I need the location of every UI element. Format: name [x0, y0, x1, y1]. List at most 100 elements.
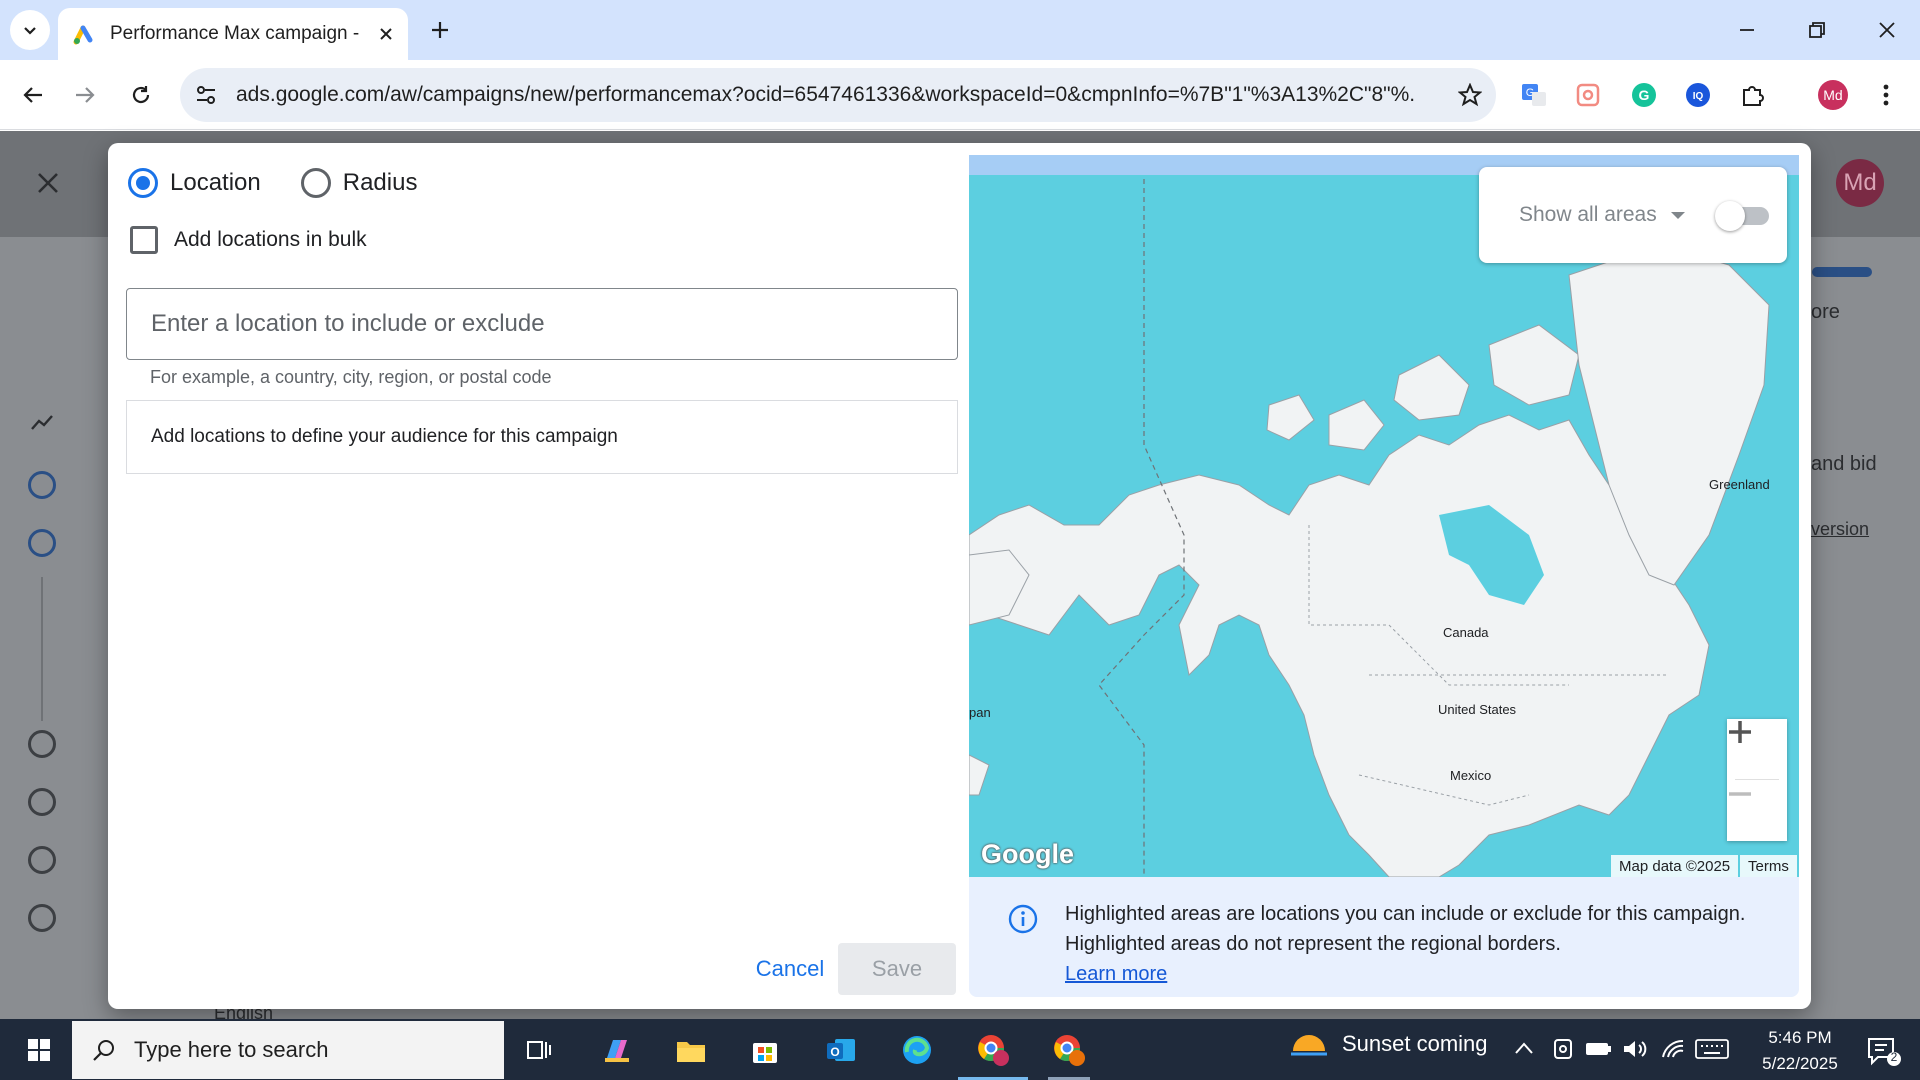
ai-extension-icon[interactable]: IQ: [1680, 77, 1716, 113]
wifi-icon[interactable]: [1660, 1037, 1686, 1061]
dropdown-caret-icon[interactable]: [1670, 211, 1685, 219]
profile-initials: Md: [1818, 80, 1848, 110]
taskbar-search[interactable]: Type here to search: [72, 1021, 504, 1079]
microsoft-store-icon[interactable]: [740, 1025, 790, 1075]
plus-icon: [1729, 721, 1751, 743]
notification-center-button[interactable]: 2: [1866, 1035, 1902, 1072]
arrow-left-icon: [23, 87, 42, 103]
close-icon: [1879, 22, 1895, 38]
map-data-attribution: Map data ©2025: [1611, 855, 1739, 877]
weather-text: Sunset coming: [1342, 1031, 1488, 1056]
browser-tab[interactable]: Performance Max campaign - P: [58, 8, 408, 60]
tab-title: Performance Max campaign - P: [110, 23, 360, 44]
chrome-profile-icon[interactable]: [968, 1025, 1018, 1075]
screenshot-extension-icon[interactable]: [1570, 77, 1606, 113]
chrome-profile-icon-2[interactable]: [1044, 1025, 1094, 1075]
empty-locations-message: Add locations to define your audience fo…: [151, 426, 618, 447]
step-icon: [28, 788, 56, 816]
notification-count: 2: [1890, 1050, 1898, 1064]
new-tab-button[interactable]: [420, 10, 460, 50]
sunset-icon: [1291, 1035, 1327, 1056]
chevron-down-icon: [24, 27, 36, 35]
camera-icon[interactable]: [1552, 1037, 1574, 1061]
google-ads-icon: [73, 25, 93, 45]
zoom-divider: [1735, 779, 1779, 780]
file-explorer-icon[interactable]: [666, 1025, 716, 1075]
task-view-icon[interactable]: [514, 1025, 564, 1075]
step-icon: [28, 730, 56, 758]
battery-icon[interactable]: [1584, 1039, 1612, 1059]
volume-icon[interactable]: [1622, 1037, 1648, 1061]
location-search-input[interactable]: [126, 288, 958, 360]
show-all-areas-label[interactable]: Show all areas: [1519, 203, 1657, 227]
map-terms-text[interactable]: Terms: [1748, 858, 1789, 875]
minimize-button[interactable]: [1712, 0, 1782, 60]
arrow-right-icon: [76, 87, 95, 103]
zoom-out-button[interactable]: [1727, 781, 1787, 841]
profile-avatar[interactable]: Md: [1815, 77, 1851, 113]
clock-time: 5:46 PM: [1768, 1028, 1832, 1047]
map-info-banner: Highlighted areas are locations you can …: [969, 877, 1799, 997]
background-stepper: [0, 237, 84, 1019]
windows-taskbar: Type here to search O Sunset coming 5:46…: [0, 1019, 1920, 1080]
bulk-locations-label[interactable]: Add locations in bulk: [174, 228, 367, 252]
step-icon: [28, 846, 56, 874]
grammarly-extension-icon[interactable]: G: [1626, 77, 1662, 113]
save-button[interactable]: Save: [838, 943, 956, 995]
radius-radio-label[interactable]: Radius: [343, 169, 418, 197]
taskbar-search-placeholder: Type here to search: [134, 1037, 329, 1062]
map-terms-link[interactable]: Terms: [1740, 855, 1797, 877]
browser-toolbar: ads.google.com/aw/campaigns/new/performa…: [0, 60, 1920, 130]
background-avatar: Md: [1836, 159, 1884, 207]
bulk-locations-checkbox[interactable]: [130, 226, 158, 254]
cancel-button[interactable]: Cancel: [730, 943, 850, 995]
site-info-icon[interactable]: [194, 83, 218, 107]
extensions-puzzle-icon[interactable]: [1734, 77, 1770, 113]
search-icon: [93, 1040, 114, 1061]
copilot-icon[interactable]: [592, 1025, 642, 1075]
close-tab-icon[interactable]: [378, 26, 394, 42]
forward-button[interactable]: [64, 74, 106, 116]
show-all-areas-control: Show all areas: [1479, 167, 1787, 263]
taskbar-clock[interactable]: 5:46 PM 5/22/2025: [1740, 1025, 1860, 1077]
address-bar[interactable]: ads.google.com/aw/campaigns/new/performa…: [180, 68, 1496, 122]
browser-menu-button[interactable]: [1868, 77, 1904, 113]
url-text: ads.google.com/aw/campaigns/new/performa…: [236, 83, 1416, 106]
location-map[interactable]: Greenland Canada United States Mexico pa…: [969, 155, 1799, 877]
bookmark-star-icon[interactable]: [1458, 83, 1482, 107]
reload-button[interactable]: [120, 74, 162, 116]
chevron-up-icon[interactable]: [1514, 1041, 1534, 1055]
map-info-text: Highlighted areas are locations you can …: [1065, 903, 1746, 955]
map-data-text: Map data ©2025: [1619, 857, 1731, 875]
bulk-locations-row: Add locations in bulk: [130, 226, 367, 254]
outlook-icon[interactable]: O: [816, 1025, 866, 1075]
back-button[interactable]: [12, 74, 54, 116]
restore-button[interactable]: [1782, 0, 1852, 60]
radius-radio[interactable]: [300, 168, 331, 198]
edge-browser-icon[interactable]: [892, 1025, 942, 1075]
location-radio-label[interactable]: Location: [170, 169, 261, 197]
translate-extension-icon[interactable]: G: [1516, 77, 1552, 113]
map-label-canada: Canada: [1443, 625, 1489, 640]
show-all-areas-toggle[interactable]: [1715, 201, 1769, 231]
start-button[interactable]: [10, 1019, 68, 1080]
map-label-united-states: United States: [1438, 702, 1517, 717]
reload-icon: [132, 86, 150, 104]
learn-more-link[interactable]: Learn more: [1065, 963, 1167, 985]
map-zoom-controls: [1727, 719, 1787, 841]
location-radio[interactable]: [128, 168, 158, 198]
north-america-map: [969, 179, 1770, 877]
more-vertical-icon: [1883, 84, 1889, 106]
keyboard-icon[interactable]: [1694, 1037, 1730, 1061]
zoom-in-button[interactable]: [1727, 719, 1787, 779]
close-window-button[interactable]: [1852, 0, 1920, 60]
tab-search-button[interactable]: [10, 10, 50, 50]
background-snippet: ore: [1811, 301, 1840, 323]
plus-icon: [432, 22, 448, 38]
step-complete-icon: [28, 471, 56, 499]
step-icon: [28, 904, 56, 932]
location-input-hint: For example, a country, city, region, or…: [150, 367, 552, 387]
background-snippet: version: [1811, 519, 1870, 539]
browser-tab-strip: Performance Max campaign - P: [0, 0, 1920, 60]
weather-widget[interactable]: Sunset coming: [1290, 1027, 1488, 1061]
